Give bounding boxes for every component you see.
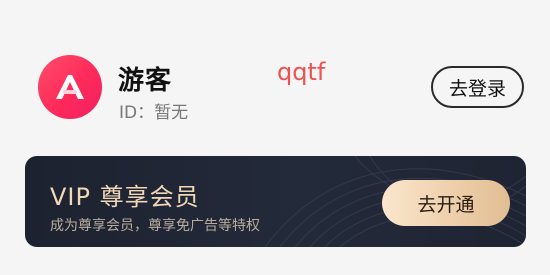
user-name: 游客 (118, 66, 173, 96)
app-logo-icon (56, 75, 84, 99)
user-id: ID：暂无 (119, 103, 189, 123)
login-button[interactable]: 去登录 (431, 66, 524, 108)
avatar[interactable] (38, 55, 102, 119)
vip-title: VIP 尊享会员 (50, 183, 200, 211)
watermark-text: qqtf (277, 58, 326, 86)
vip-subtitle: 成为尊享会员，尊享免广告等特权 (50, 218, 260, 234)
vip-open-button[interactable]: 去开通 (382, 180, 510, 226)
vip-card[interactable]: VIP 尊享会员 成为尊享会员，尊享免广告等特权 去开通 (25, 156, 526, 247)
